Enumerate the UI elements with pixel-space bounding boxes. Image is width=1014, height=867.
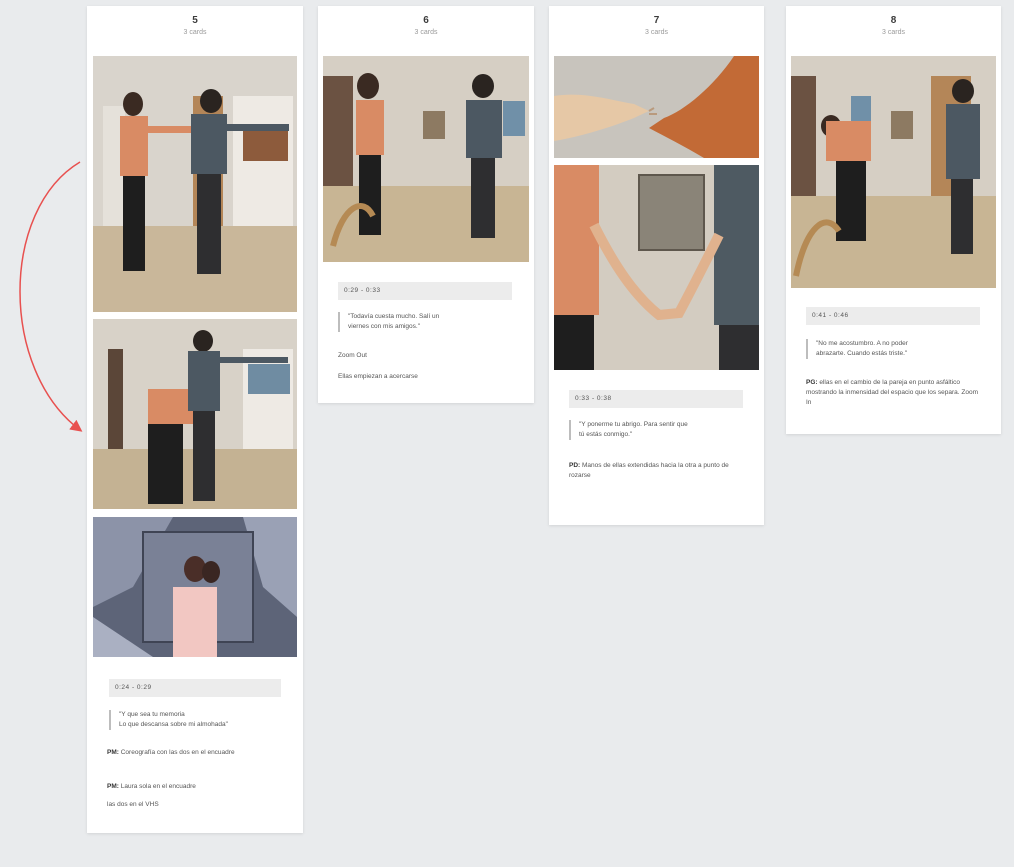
shot-tag: PG:	[806, 379, 818, 386]
lyric-quote: "Todavía cuesta mucho. Salí un viernes c…	[338, 312, 520, 332]
storyboard-card-5[interactable]: 5 3 cards 0:24 - 0:29 "Y que sea tu memo…	[87, 6, 303, 833]
lyric-quote: "Y ponerme tu abrigo. Para sentir que tú…	[569, 420, 751, 440]
lyric-line: viernes con mis amigos."	[348, 323, 421, 330]
timecode-badge: 0:41 - 0:46	[806, 307, 980, 325]
storyboard-card-8[interactable]: 8 3 cards 0:41 - 0:46 "No me acostumbro.…	[786, 6, 1001, 434]
card-subtitle: 3 cards	[645, 29, 668, 36]
shot-text: Coreografía con las dos en el encuadre	[120, 749, 235, 756]
lyric-line: "Todavía cuesta mucho. Salí un	[348, 313, 440, 320]
timecode-badge: 0:33 - 0:38	[569, 390, 743, 408]
frame-image-couple-leaning[interactable]	[93, 319, 297, 509]
storyboard-card-6[interactable]: 6 3 cards 0:29 - 0:33 "Todavía cuesta mu…	[318, 6, 534, 403]
timecode-badge: 0:24 - 0:29	[109, 679, 281, 697]
lyric-quote: "No me acostumbro. A no poder abrazarte.…	[806, 339, 988, 359]
frame-image-couple-standing[interactable]	[323, 56, 529, 262]
card-number: 8	[890, 15, 897, 26]
card-number: 7	[653, 15, 660, 26]
shot-text: Manos de ellas extendidas hacia la otra …	[569, 462, 729, 479]
card-number: 5	[192, 15, 198, 26]
shot-note: Zoom Out	[338, 352, 367, 359]
lyric-line: tú estás conmigo."	[579, 431, 633, 438]
shot-text: las dos en el VHS	[107, 801, 159, 808]
lyric-line: abrazarte. Cuando estás triste."	[816, 350, 908, 357]
card-header: 7 3 cards	[549, 6, 764, 52]
shot-note: PG: ellas en el cambio de la pareja en p…	[806, 378, 984, 408]
card-number: 6	[423, 15, 429, 26]
shot-tag: PD:	[569, 462, 581, 469]
frame-image-hands-holding[interactable]	[554, 165, 759, 370]
shot-note: PD: Manos de ellas extendidas hacia la o…	[569, 461, 747, 481]
card-subtitle: 3 cards	[882, 29, 905, 36]
frame-image-couple-reaching[interactable]	[93, 56, 297, 312]
card-subtitle: 3 cards	[183, 29, 207, 36]
lyric-quote: "Y que sea tu memoria Lo que descansa so…	[109, 710, 291, 730]
lyric-line: Lo que descansa sobre mi almohada"	[119, 721, 228, 728]
shot-text: ellas en el cambio de la pareja en punto…	[806, 379, 978, 406]
lyric-line: "No me acostumbro. A no poder	[816, 340, 908, 347]
timecode-badge: 0:29 - 0:33	[338, 282, 512, 300]
frame-image-creation-hands[interactable]	[554, 56, 759, 158]
lyric-line: "Y ponerme tu abrigo. Para sentir que	[579, 421, 688, 428]
shot-note: Ellas empiezan a acercarse	[338, 373, 418, 380]
shot-tag: PM:	[107, 749, 119, 756]
card-header: 8 3 cards	[786, 6, 1001, 52]
shot-note: PM: Coreografía con las dos en el encuad…	[107, 748, 285, 758]
frame-image-vhs-screen[interactable]	[93, 517, 297, 657]
card-subtitle: 3 cards	[414, 29, 438, 36]
frame-image-couple-apart[interactable]	[791, 56, 996, 288]
storyboard-card-7[interactable]: 7 3 cards 0:33 - 0:38 "Y ponerme tu abri…	[549, 6, 764, 525]
lyric-line: "Y que sea tu memoria	[119, 711, 185, 718]
shot-text: Laura sola en el encuadre	[120, 783, 196, 790]
shot-note: PM: Laura sola en el encuadre	[107, 782, 285, 792]
shot-tag: PM:	[107, 783, 119, 790]
card-header: 6 3 cards	[318, 6, 534, 52]
card-header: 5 3 cards	[87, 6, 303, 52]
shot-note: las dos en el VHS	[107, 800, 285, 810]
